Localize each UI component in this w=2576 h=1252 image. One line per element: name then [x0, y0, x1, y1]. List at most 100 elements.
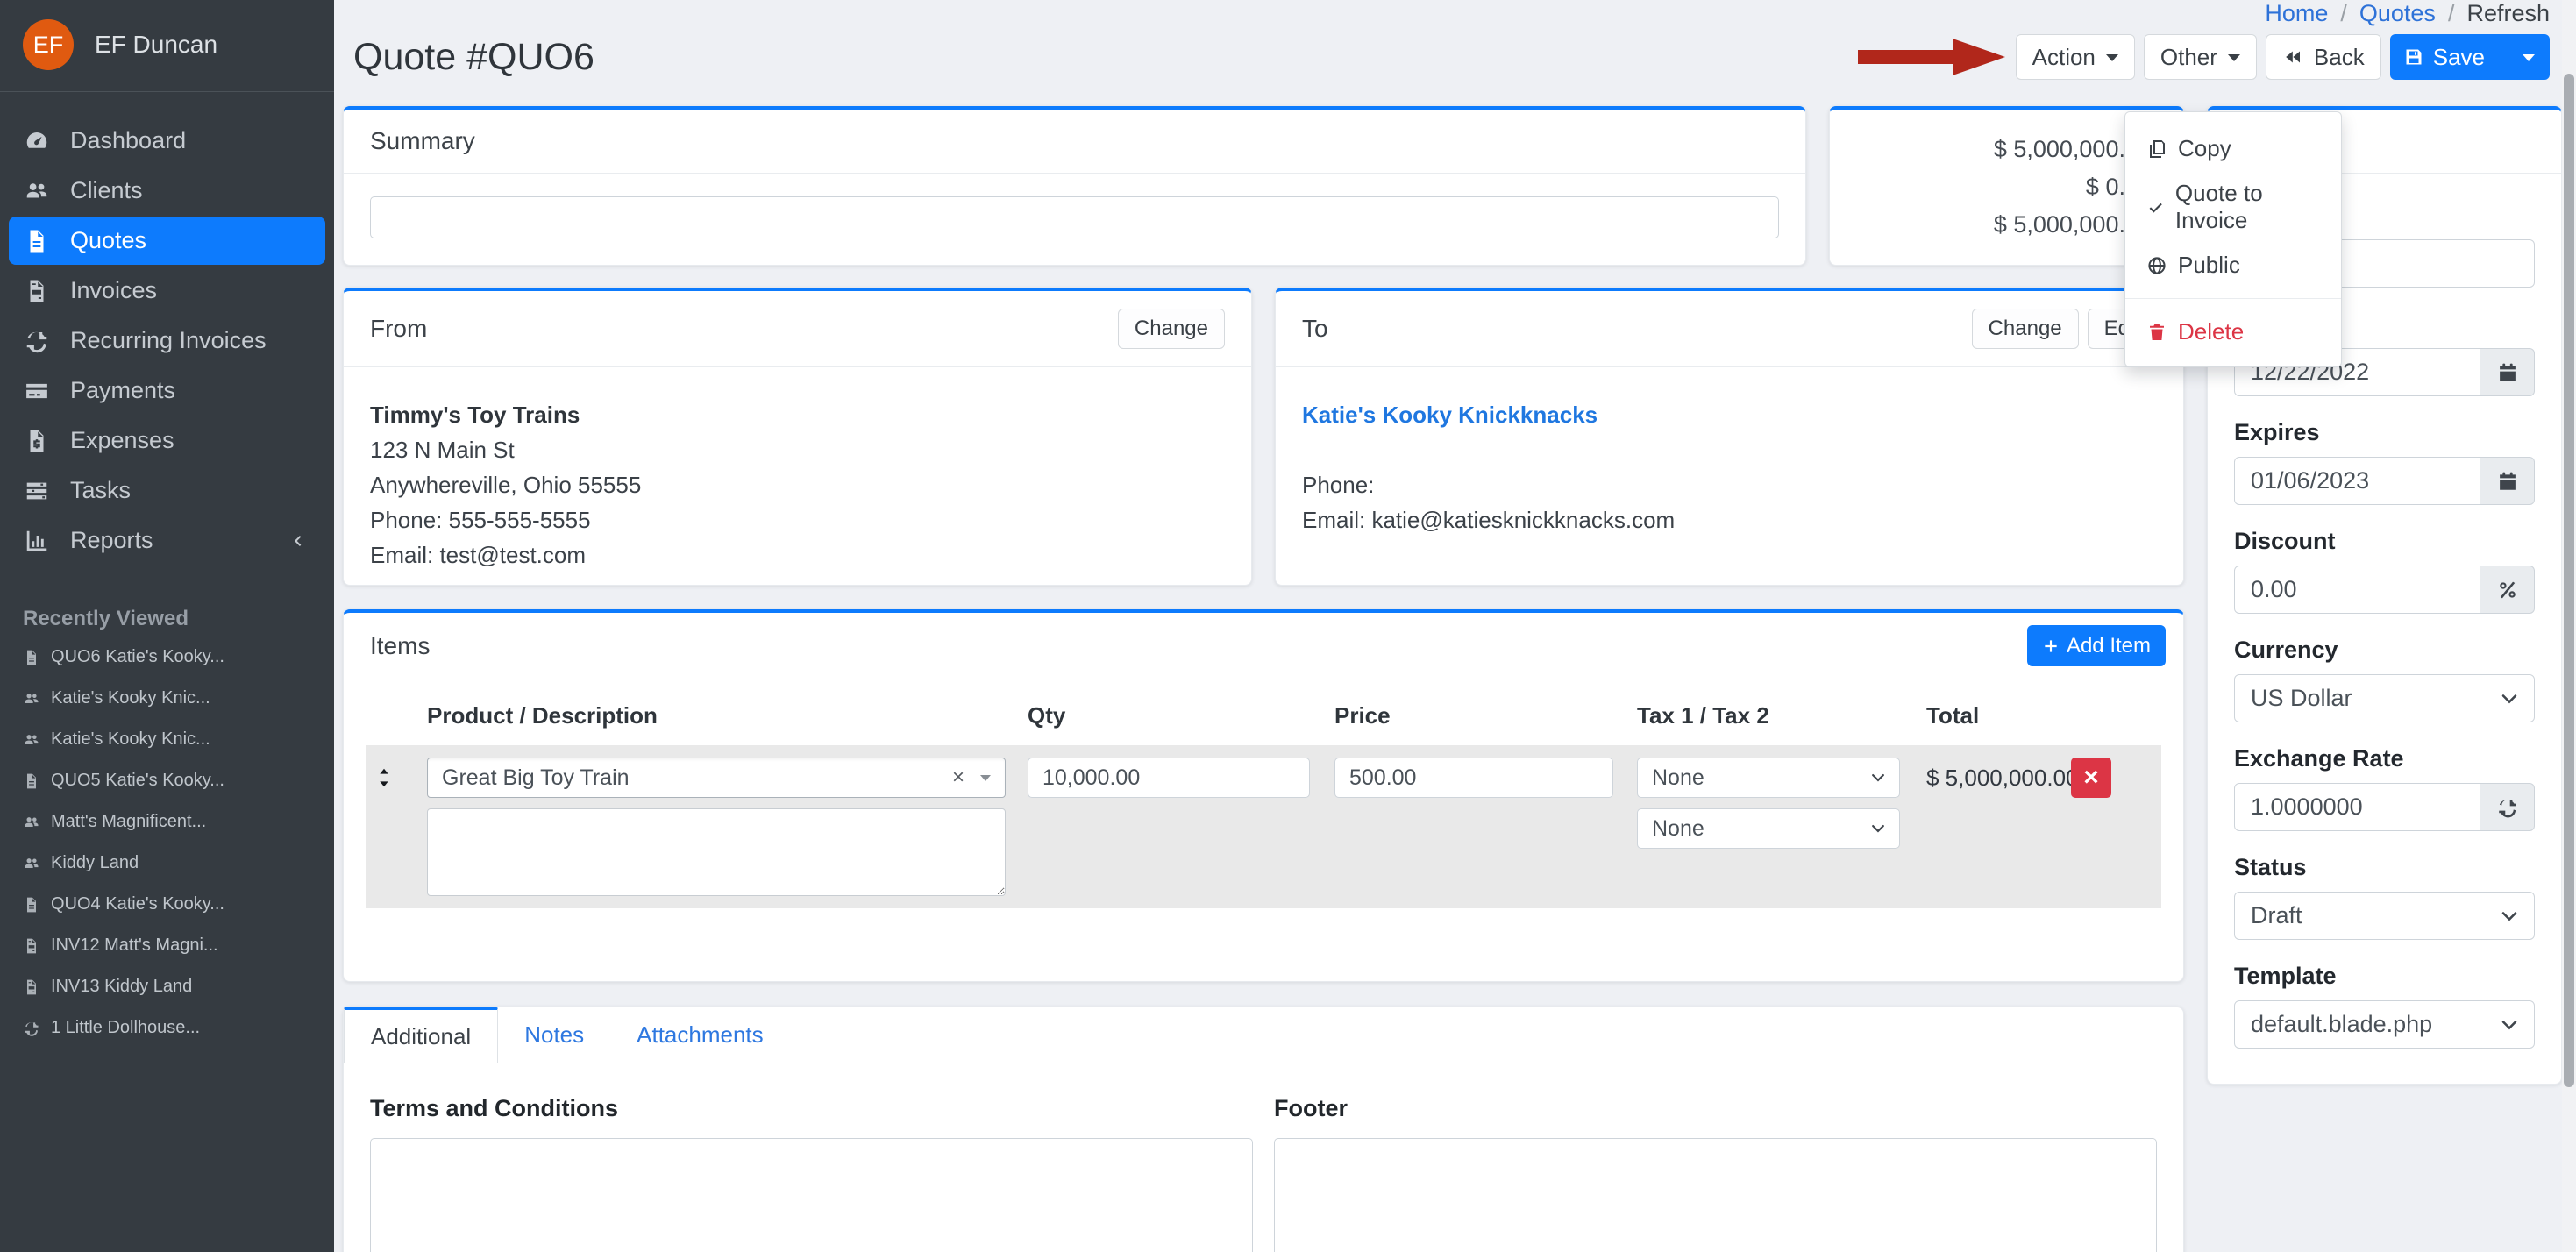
recent-item[interactable]: Matt's Magnificent...	[0, 801, 334, 843]
from-change-button[interactable]: Change	[1118, 309, 1225, 349]
expires-picker-button[interactable]	[2480, 457, 2535, 505]
discount-input-group	[2234, 566, 2535, 614]
file-invoice-icon	[23, 278, 51, 304]
sync-icon	[2496, 796, 2519, 819]
sync-icon	[23, 328, 51, 354]
clear-selection-icon[interactable]: ×	[936, 765, 980, 790]
discount-label: Discount	[2234, 528, 2535, 555]
sidebar-item-recurring-invoices[interactable]: Recurring Invoices	[9, 317, 325, 365]
breadcrumb-current: Refresh	[2466, 0, 2550, 27]
globe-icon	[2146, 255, 2167, 276]
currency-select[interactable]: US Dollar	[2234, 674, 2535, 722]
summary-input[interactable]	[370, 196, 1779, 238]
sync-icon	[23, 1020, 40, 1037]
recent-item-label: 1 Little Dollhouse...	[51, 1018, 200, 1038]
other-button[interactable]: Other	[2144, 34, 2257, 80]
from-card: From Change Timmy's Toy Trains 123 N Mai…	[343, 288, 1252, 586]
date-picker-button[interactable]	[2480, 348, 2535, 396]
action-dropdown-menu: Copy Quote to Invoice Public Delete	[2124, 111, 2342, 367]
items-card-header: Items Add Item	[344, 613, 2183, 679]
users-icon	[23, 814, 40, 831]
sidebar-item-invoices[interactable]: Invoices	[9, 267, 325, 315]
save-button[interactable]: Save	[2390, 34, 2550, 80]
template-select-value: default.blade.php	[2251, 1011, 2432, 1038]
sidebar-item-tasks[interactable]: Tasks	[9, 466, 325, 515]
menu-item-public[interactable]: Public	[2125, 243, 2341, 288]
product-select[interactable]: Great Big Toy Train ×	[427, 758, 1006, 798]
avatar: EF	[23, 19, 74, 70]
file-icon	[23, 772, 40, 790]
tasks-icon	[23, 478, 51, 504]
delete-item-button[interactable]: ×	[2071, 758, 2111, 798]
expires-input[interactable]	[2234, 457, 2480, 505]
breadcrumb-quotes-link[interactable]: Quotes	[2359, 0, 2436, 27]
recent-item[interactable]: 1 Little Dollhouse...	[0, 1007, 334, 1049]
drag-handle[interactable]	[366, 765, 395, 791]
recent-item-label: Katie's Kooky Knic...	[51, 688, 210, 708]
sidebar-item-clients[interactable]: Clients	[9, 167, 325, 215]
to-client-link[interactable]: Katie's Kooky Knickknacks	[1302, 397, 2157, 432]
items-title: Items	[370, 632, 430, 660]
tab-additional[interactable]: Additional	[344, 1007, 498, 1063]
recent-item[interactable]: INV12 Matt's Magni...	[0, 925, 334, 966]
menu-item-copy[interactable]: Copy	[2125, 126, 2341, 171]
sidebar-item-expenses[interactable]: Expenses	[9, 416, 325, 465]
menu-item-delete[interactable]: Delete	[2125, 309, 2341, 354]
sidebar-item-quotes[interactable]: Quotes	[9, 217, 325, 265]
scrollbar-thumb[interactable]	[2564, 74, 2574, 1087]
tax2-select[interactable]: None	[1637, 808, 1900, 849]
discount-type-button[interactable]	[2480, 566, 2535, 614]
add-item-button[interactable]: Add Item	[2027, 625, 2166, 666]
recent-item[interactable]: Katie's Kooky Knic...	[0, 678, 334, 719]
to-phone: Phone:	[1302, 467, 2157, 502]
caret-down-icon	[2106, 54, 2118, 68]
action-button[interactable]: Action	[2016, 34, 2135, 80]
recent-item[interactable]: QUO6 Katie's Kooky...	[0, 637, 334, 678]
to-email: Email: katie@katiesknickknacks.com	[1302, 502, 2157, 537]
save-button-main[interactable]: Save	[2403, 44, 2497, 71]
footer-textarea[interactable]	[1274, 1138, 2157, 1252]
expires-label: Expires	[2234, 419, 2535, 446]
to-card-body: Katie's Kooky Knickknacks Phone: Email: …	[1276, 367, 2183, 567]
recent-item[interactable]: INV13 Kiddy Land	[0, 966, 334, 1007]
users-icon	[23, 178, 51, 204]
sidebar-item-reports[interactable]: Reports	[9, 516, 325, 565]
breadcrumb: Home / Quotes / Refresh	[343, 0, 2562, 27]
tab-attachments[interactable]: Attachments	[610, 1007, 790, 1063]
breadcrumb-home-link[interactable]: Home	[2265, 0, 2328, 27]
back-button[interactable]: Back	[2266, 34, 2381, 80]
terms-textarea[interactable]	[370, 1138, 1253, 1252]
check-icon	[2146, 196, 2165, 217]
to-change-button[interactable]: Change	[1972, 309, 2079, 349]
left-column: Summary $ 5,000,000.00 $ 0.00 $ 5,000,00…	[343, 106, 2184, 1252]
item-description-textarea[interactable]	[427, 808, 1006, 896]
discount-input[interactable]	[2234, 566, 2480, 614]
users-icon	[23, 690, 40, 708]
from-address-line2: Anywhereville, Ohio 55555	[370, 467, 1225, 502]
calendar-icon	[2496, 361, 2519, 384]
save-dropdown-toggle[interactable]	[2508, 35, 2549, 79]
recent-item-label: Katie's Kooky Knic...	[51, 729, 210, 750]
from-company-name: Timmy's Toy Trains	[370, 397, 1225, 432]
status-select[interactable]: Draft	[2234, 892, 2535, 940]
brand[interactable]: EF EF Duncan	[0, 0, 334, 91]
menu-item-quote-to-invoice[interactable]: Quote to Invoice	[2125, 171, 2341, 243]
other-button-label: Other	[2160, 44, 2217, 71]
chevron-left-icon	[283, 532, 311, 550]
tab-notes[interactable]: Notes	[498, 1007, 610, 1063]
sidebar-item-label: Clients	[70, 177, 143, 204]
qty-input[interactable]	[1028, 758, 1310, 798]
currency-select-value: US Dollar	[2251, 685, 2352, 712]
tax1-select[interactable]: None	[1637, 758, 1900, 798]
exchange-rate-input[interactable]	[2234, 783, 2480, 831]
recent-item[interactable]: QUO4 Katie's Kooky...	[0, 884, 334, 925]
sidebar-item-dashboard[interactable]: Dashboard	[9, 117, 325, 165]
template-select[interactable]: default.blade.php	[2234, 1000, 2535, 1049]
price-input[interactable]	[1334, 758, 1613, 798]
exchange-rate-refresh-button[interactable]	[2480, 783, 2535, 831]
tax2-select-value: None	[1652, 816, 1704, 842]
sidebar-item-payments[interactable]: Payments	[9, 366, 325, 415]
recent-item[interactable]: Kiddy Land	[0, 843, 334, 884]
recent-item[interactable]: QUO5 Katie's Kooky...	[0, 760, 334, 801]
recent-item[interactable]: Katie's Kooky Knic...	[0, 719, 334, 760]
